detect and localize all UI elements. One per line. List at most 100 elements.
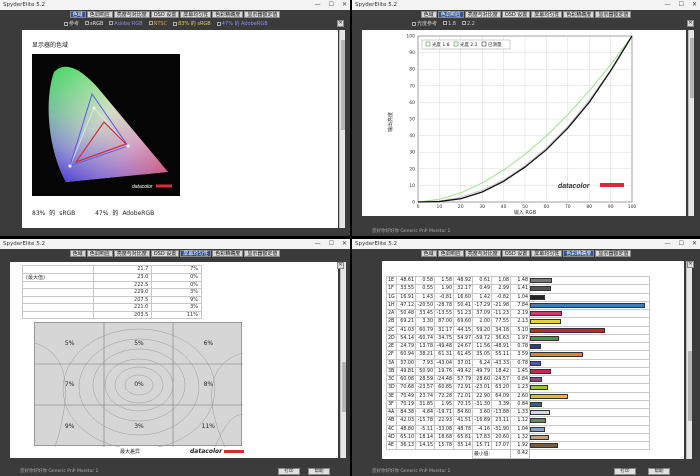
close-report-button[interactable]: ✕: [337, 20, 344, 27]
print-button[interactable]: 打印: [614, 468, 636, 475]
tab-2[interactable]: 亮度与对比度: [113, 11, 150, 18]
tab-0[interactable]: 色域: [69, 250, 86, 257]
tab-0[interactable]: 色域: [69, 11, 86, 18]
checkbox-icon[interactable]: [216, 21, 221, 26]
minimize-icon[interactable]: —: [315, 1, 321, 8]
table-cell: 1E: [386, 275, 397, 286]
checkbox-icon[interactable]: [461, 21, 466, 25]
help-button[interactable]: 帮助: [648, 468, 670, 475]
tab-6[interactable]: 显示器额定值: [244, 11, 281, 18]
legend-item[interactable]: 2.2: [461, 21, 475, 27]
footer-text: 您好你好好你 Generic PnP Monitor 1: [372, 469, 451, 474]
screenshot-grid: SpyderElite 5.2 — ☐ ✕ 色域 色调响应 亮度与对比度 OSD 设置…: [0, 0, 700, 476]
print-button[interactable]: 打印: [278, 468, 300, 475]
tab-1[interactable]: 色调响应: [86, 11, 113, 18]
legend-item[interactable]: 47% 的 AdobeRGB: [216, 20, 268, 27]
checkbox-icon[interactable]: [109, 21, 114, 25]
tab-2[interactable]: 亮度与对比度: [464, 250, 501, 257]
x-tick-label: 30: [479, 204, 485, 210]
legend-item[interactable]: 光度参考: [412, 20, 437, 27]
maximize-icon[interactable]: ☐: [329, 240, 334, 247]
minimize-icon[interactable]: —: [315, 240, 321, 247]
x-tick-label: 0: [417, 204, 420, 210]
tab-1[interactable]: 色调响应: [437, 11, 464, 18]
tab-3[interactable]: OSD 设置: [150, 11, 180, 18]
vertical-scrollbar[interactable]: [688, 30, 694, 216]
minimize-icon[interactable]: —: [665, 1, 671, 8]
maximize-icon[interactable]: ☐: [329, 1, 334, 8]
tab-6[interactable]: 显示器额定值: [244, 250, 281, 257]
table-cell: 64.09: [491, 391, 511, 401]
tab-0[interactable]: 色域: [420, 250, 437, 257]
close-icon[interactable]: ✕: [342, 1, 347, 8]
legend-item[interactable]: NTSC: [148, 20, 168, 27]
scrollbar-thumb[interactable]: [688, 351, 692, 421]
checkbox-icon[interactable]: [85, 21, 90, 25]
table-cell: 49.79: [472, 366, 492, 377]
checkbox-icon[interactable]: [173, 21, 178, 26]
accuracy-table: 1E 48.61 0.58 1.58 48.92 0.61 1.08 1.48 1F 33.55 0…: [386, 275, 650, 459]
table-cell: 2.60: [510, 391, 530, 401]
tab-4[interactable]: 屏幕均匀性: [531, 250, 563, 257]
tab-5[interactable]: 色彩精确度: [212, 11, 244, 18]
tab-5[interactable]: 色彩精确度: [563, 11, 595, 18]
close-icon[interactable]: ✕: [342, 240, 347, 247]
scrollbar-thumb[interactable]: [341, 40, 345, 130]
tab-1[interactable]: 色调响应: [86, 250, 113, 257]
tab-4[interactable]: 屏幕均匀性: [180, 250, 212, 257]
vertical-scrollbar[interactable]: [340, 262, 346, 458]
tab-2[interactable]: 亮度与对比度: [113, 250, 150, 257]
tab-5[interactable]: 色彩精确度: [563, 250, 595, 257]
table-cell: 21.7: [92, 265, 153, 274]
checkbox-icon[interactable]: [443, 21, 448, 25]
legend-item[interactable]: sRGB: [85, 21, 103, 27]
close-icon[interactable]: ✕: [692, 240, 697, 247]
checkbox-icon[interactable]: [64, 21, 68, 26]
tab-2[interactable]: 亮度与对比度: [464, 11, 501, 18]
tab-5[interactable]: 色彩精确度: [212, 250, 244, 257]
close-report-button[interactable]: ✕: [687, 20, 694, 27]
maximize-icon[interactable]: ☐: [679, 1, 684, 8]
legend-item[interactable]: Adobe RGB: [109, 21, 143, 27]
legend-item[interactable]: 参考: [64, 20, 79, 27]
vertical-scrollbar[interactable]: [686, 261, 692, 459]
tab-6[interactable]: 显示器额定值: [595, 250, 632, 257]
help-button[interactable]: 帮助: [308, 468, 330, 475]
y-tick-label: 0: [412, 200, 415, 206]
gamut-result-line: 83% 的 sRGB 47% 的 AdobeRGB: [32, 208, 154, 217]
legend-item[interactable]: 1.8: [443, 21, 456, 27]
minimize-icon[interactable]: —: [665, 240, 671, 247]
table-cell: 2B: [386, 317, 397, 327]
tab-4[interactable]: 屏幕均匀性: [180, 11, 212, 18]
srgb-of-word: 的: [49, 210, 56, 217]
close-report-icon: ✕: [338, 20, 343, 26]
table-cell: 84.38: [396, 407, 416, 418]
table-cell: 1.90: [434, 284, 454, 294]
tab-6[interactable]: 显示器额定值: [595, 11, 632, 18]
table-cell: 4A: [386, 407, 397, 418]
table-cell: 57.79: [453, 374, 473, 385]
legend-label: 1.8: [448, 20, 456, 27]
tab-3[interactable]: OSD 设置: [501, 11, 531, 18]
scrollbar-thumb[interactable]: [342, 362, 346, 412]
checkbox-icon[interactable]: [412, 21, 416, 26]
close-icon[interactable]: ✕: [692, 1, 697, 8]
table-cell: 0.78: [510, 341, 530, 352]
tab-1[interactable]: 色调响应: [437, 250, 464, 257]
maximize-icon[interactable]: ☐: [679, 240, 684, 247]
table-cell: 222.5: [92, 280, 153, 289]
scrollbar-thumb[interactable]: [690, 38, 694, 98]
table-row: 3B 49.81 50.90 19.76 49.42 49.79 18.42 1.45: [386, 366, 650, 377]
tab-3[interactable]: OSD 设置: [501, 250, 531, 257]
table-cell: 3C: [386, 374, 397, 385]
legend-item[interactable]: 83% 的 sRGB: [173, 20, 211, 27]
close-report-button[interactable]: ✕: [337, 262, 344, 269]
legend-label: NTSC: [153, 20, 168, 27]
close-report-button[interactable]: ✕: [687, 261, 694, 268]
tab-0[interactable]: 色域: [420, 11, 437, 18]
tab-3[interactable]: OSD 设置: [150, 250, 180, 257]
checkbox-icon[interactable]: [148, 21, 153, 25]
tab-4[interactable]: 屏幕均匀性: [531, 11, 563, 18]
table-cell: 2.99: [491, 284, 511, 294]
vertical-scrollbar[interactable]: [339, 30, 345, 228]
